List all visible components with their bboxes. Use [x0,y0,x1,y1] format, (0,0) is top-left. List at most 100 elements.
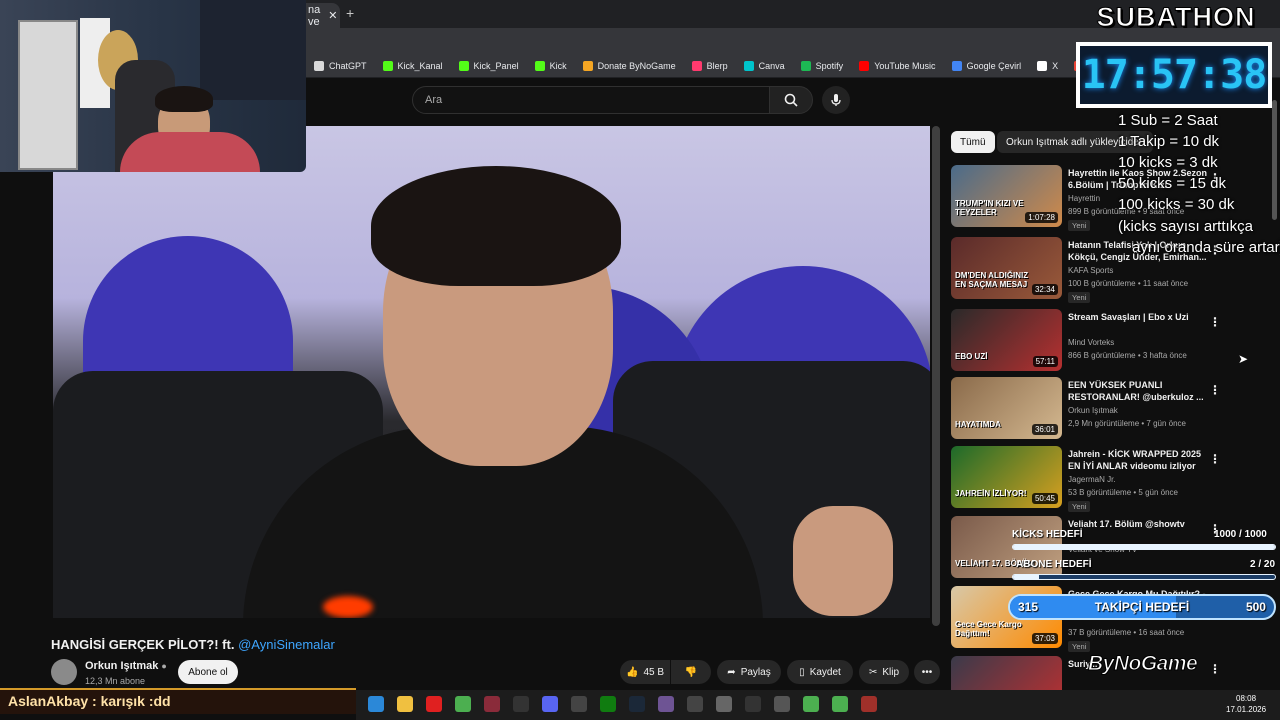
bookmark-9[interactable]: Google Çevirl [944,60,1030,71]
new-tab-button[interactable]: + [346,5,354,21]
app-icon[interactable] [774,696,790,712]
search-button[interactable] [769,86,813,114]
video-title: Veliaht 17. Bölüm @showtv [1068,519,1185,529]
voice-search-button[interactable] [822,86,850,114]
bookmark-2[interactable]: Kick_Panel [451,60,527,71]
video-duration: 50:45 [1031,493,1058,504]
clock-time: 08:08 [1236,694,1257,703]
bookmark-0[interactable]: ChatGPT [306,60,375,71]
video-title: Stream Savaşları | Ebo x Uzi [1068,312,1189,322]
bookmark-5[interactable]: Blerp [684,60,736,71]
save-button[interactable]: ▯ Kaydet [787,660,853,684]
bookmark-label: YouTube Music [874,60,936,71]
app-icon[interactable] [513,696,529,712]
epic-games-icon[interactable] [571,696,587,712]
channel-name: Hayrettin [1068,194,1101,203]
chrome-icon[interactable] [455,696,471,712]
system-clock[interactable]: 08:08 17.01.2026 [1226,693,1266,715]
video-title: EEN YÜKSEK PUANLI RESTORANLAR! @uberkulo… [1068,380,1204,402]
subathon-rule: 100 kicks = 30 dk [1118,196,1235,213]
bookmark-1[interactable]: Kick_Kanal [375,60,451,71]
share-icon: ➦ [727,666,736,678]
unreal-icon[interactable] [745,696,761,712]
chrome-icon[interactable] [832,696,848,712]
sub-goal-fill [1013,575,1040,579]
channel-name[interactable]: Orkun Işıtmak ● [85,660,167,672]
bookmark-icon: ▯ [799,666,805,678]
bookmark-6[interactable]: Canva [736,60,793,71]
bookmark-3[interactable]: Kick [527,60,575,71]
streamer-bot-icon[interactable] [861,696,877,712]
bookmark-label: Blerp [706,60,728,71]
video-duration: 1:07:28 [1025,212,1058,223]
close-tab-icon[interactable]: ✕ [328,9,337,22]
bookmark-label: Kick_Kanal [397,60,443,71]
dislike-button[interactable]: 👎 [671,660,711,684]
like-button[interactable]: 👍 45 B [620,660,670,684]
recommendation-item[interactable]: EBO UZİ 57:11 Stream Savaşları | Ebo x Uzi… [951,309,1271,371]
github-icon[interactable] [658,696,674,712]
thumbs-up-icon: 👍 [625,666,639,678]
channel-name: JagermaN Jr. [1068,475,1116,484]
bookmark-label: Google Çevirl [966,60,1022,71]
video-thumbnail[interactable]: EBO UZİ 57:11 [951,309,1062,371]
follow-goal-label: TAKİPÇİ HEDEFİ [1094,600,1190,614]
clip-button[interactable]: ✂ Klip [859,660,909,684]
thumbnail-text: JAHREİN İZLİYOR! [955,489,1027,498]
app-icon[interactable] [484,696,500,712]
x-icon [1037,60,1048,71]
share-button[interactable]: ➦ Paylaş [717,660,781,684]
media-player-icon[interactable] [426,696,442,712]
sub-goal-bar [1012,574,1276,580]
video-player[interactable] [53,126,930,618]
bookmark-label: Kick [549,60,567,71]
sponsor-logo: ByNoGame [1087,652,1198,676]
bookmark-label: X [1052,60,1059,71]
recommendation-item[interactable]: JAHREİN İZLİYOR! 50:45 Jahrein - KİCK WRAP… [951,446,1271,512]
kicks-goal-fill [1013,545,1275,549]
sidebar-scrollbar[interactable] [1272,100,1277,220]
subathon-rule: 1 Takip = 10 dk [1118,133,1220,150]
subscriber-count: 12,3 Mn abone [85,676,146,686]
new-badge: Yeni [1068,641,1091,652]
kicks-goal-bar [1012,544,1276,550]
app-icon[interactable] [716,696,732,712]
search-icon [784,93,798,107]
subathon-title: SUBATHON [1096,2,1256,33]
channel-name: Orkun Işıtmak [1068,406,1118,415]
subscribe-button[interactable]: Abone ol [178,660,238,684]
bookmark-7[interactable]: Spotify [793,60,852,71]
windows-start-icon[interactable] [368,696,384,712]
video-duration: 37:03 [1031,633,1058,644]
video-thumbnail[interactable]: JAHREİN İZLİYOR! 50:45 [951,446,1062,508]
more-actions-button[interactable]: ••• [914,660,940,684]
mention-link[interactable]: @AyniSinemalar [238,637,335,652]
video-duration: 32:34 [1031,284,1058,295]
bookmark-8[interactable]: YouTube Music [851,60,943,71]
recommendation-item[interactable]: HAYATIMDA 36:01 EEN YÜKSEK PUANLI RESTORAN… [951,377,1271,439]
channel-name: KAFA Sports [1068,266,1114,275]
video-meta: 53 B görüntüleme • 5 gün önce [1068,488,1178,497]
video-thumbnail[interactable]: HAYATIMDA 36:01 [951,377,1062,439]
new-badge: Yeni [1068,220,1091,231]
more-vert-icon[interactable]: ⋮ [1209,662,1221,676]
more-vert-icon[interactable]: ⋮ [1209,315,1221,329]
bookmark-4[interactable]: Donate ByNoGame [575,60,684,71]
video-thumbnail[interactable]: TRUMP'IN KIZI VE TEYZELER 1:07:28 [951,165,1062,227]
avatar[interactable] [51,659,77,685]
kicks-goal-value: 1000 / 1000 [1214,529,1267,540]
discord-icon[interactable] [542,696,558,712]
search-input[interactable]: Ara [412,86,770,114]
video-thumbnail[interactable]: DM'DEN ALDIĞINIZ EN SAÇMA MESAJ 32:34 [951,237,1062,299]
chrome-icon[interactable] [803,696,819,712]
xbox-icon[interactable] [600,696,616,712]
chip-all[interactable]: Tümü [951,131,995,153]
more-vert-icon[interactable]: ⋮ [1209,452,1221,466]
app-icon[interactable] [687,696,703,712]
steam-icon[interactable] [629,696,645,712]
file-explorer-icon[interactable] [397,696,413,712]
page-scrollbar[interactable] [932,126,940,626]
more-vert-icon[interactable]: ⋮ [1209,383,1221,397]
bookmark-label: Spotify [815,60,844,71]
bookmark-10[interactable]: X [1029,60,1066,71]
